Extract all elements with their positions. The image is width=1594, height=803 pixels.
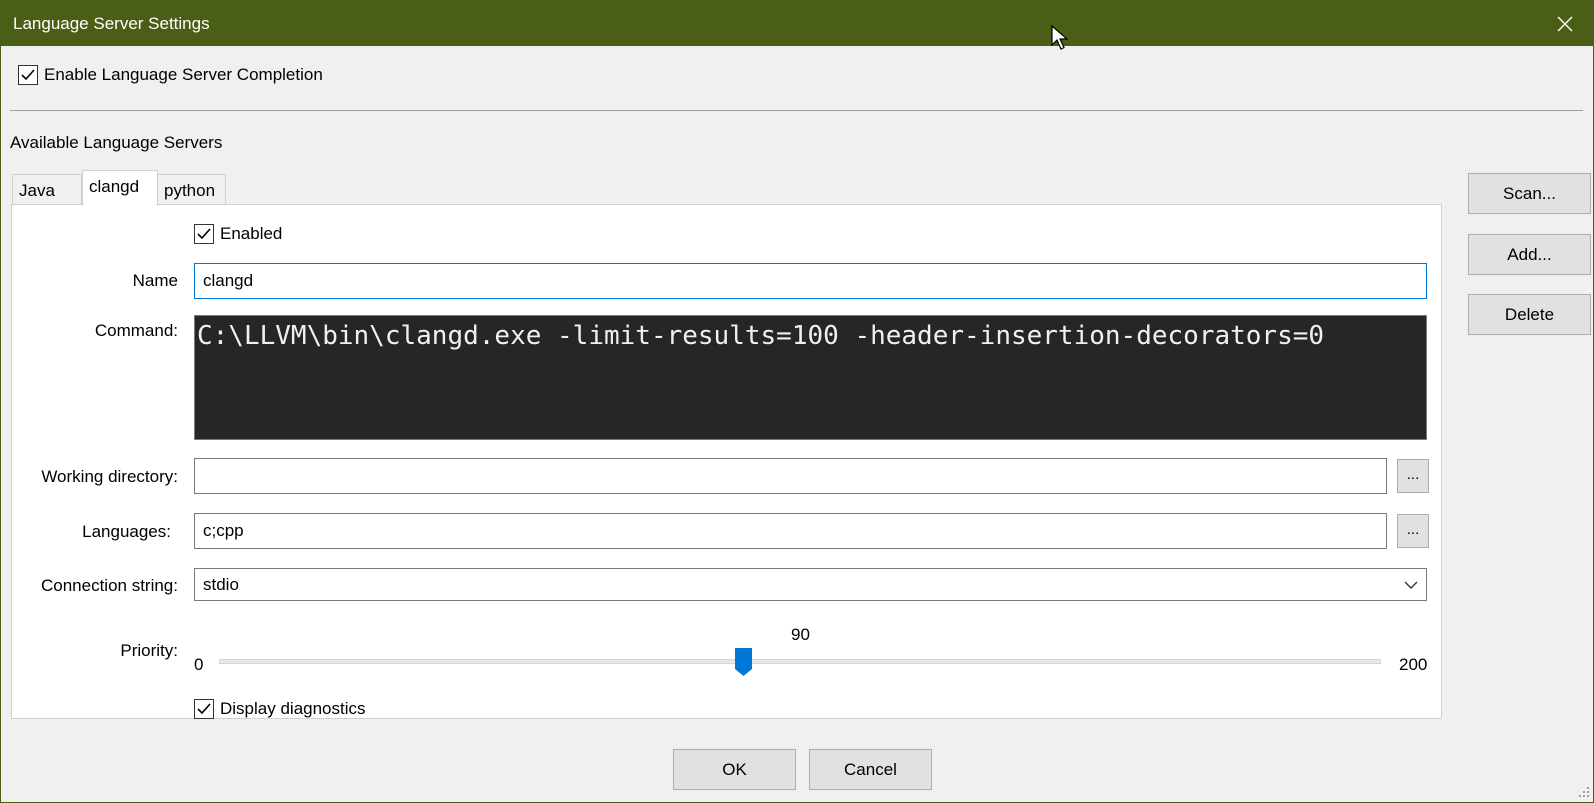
checkbox-box[interactable]	[194, 699, 214, 719]
checkmark-icon	[21, 69, 35, 81]
checkmark-icon	[197, 228, 211, 240]
connection-string-select[interactable]: stdio	[194, 568, 1427, 601]
tab-clangd[interactable]: clangd	[82, 170, 158, 206]
checkbox-box[interactable]	[194, 224, 214, 244]
priority-value-label: 90	[791, 625, 810, 644]
dialog-window: Language Server Settings Enable Language…	[0, 0, 1594, 803]
working-directory-input[interactable]	[194, 458, 1387, 494]
resize-grip-icon[interactable]	[1576, 785, 1590, 799]
delete-button[interactable]: Delete	[1468, 294, 1591, 335]
chevron-down-icon	[1404, 581, 1418, 589]
scan-button[interactable]: Scan...	[1468, 173, 1591, 214]
languages-browse-button[interactable]: ...	[1397, 514, 1429, 548]
tab-java[interactable]: Java	[12, 174, 82, 205]
priority-slider-track[interactable]	[219, 659, 1381, 664]
working-directory-label: Working directory:	[41, 467, 178, 486]
display-diagnostics-checkbox[interactable]: Display diagnostics	[194, 699, 366, 719]
checkbox-box[interactable]	[18, 65, 38, 85]
name-input[interactable]: clangd	[194, 263, 1427, 299]
tab-python[interactable]: python	[157, 174, 226, 205]
name-label: Name	[132, 271, 178, 290]
display-diagnostics-label: Display diagnostics	[220, 699, 366, 718]
section-label: Available Language Servers	[10, 133, 223, 152]
priority-slider-thumb[interactable]	[735, 648, 752, 676]
working-directory-browse-button[interactable]: ...	[1397, 459, 1429, 493]
enable-completion-label: Enable Language Server Completion	[44, 65, 323, 84]
enabled-checkbox[interactable]: Enabled	[194, 224, 282, 244]
title-bar[interactable]: Language Server Settings	[1, 1, 1593, 46]
cancel-button[interactable]: Cancel	[809, 749, 932, 790]
ok-button[interactable]: OK	[673, 749, 796, 790]
tab-label: clangd	[89, 177, 140, 196]
mouse-pointer-icon	[1051, 25, 1069, 50]
priority-label: Priority:	[120, 641, 178, 660]
languages-label: Languages:	[82, 522, 171, 541]
command-value: C:\LLVM\bin\clangd.exe -limit-results=10…	[197, 321, 1325, 351]
tab-label: python	[164, 181, 216, 200]
priority-min-label: 0	[194, 655, 204, 674]
separator	[10, 110, 1583, 111]
enable-completion-checkbox[interactable]: Enable Language Server Completion	[18, 65, 323, 85]
connection-string-value: stdio	[203, 574, 239, 594]
window-title: Language Server Settings	[13, 14, 210, 33]
languages-input[interactable]: c;cpp	[194, 513, 1387, 549]
add-button[interactable]: Add...	[1468, 234, 1591, 275]
checkmark-icon	[197, 703, 211, 715]
languages-value: c;cpp	[203, 521, 244, 540]
enabled-label: Enabled	[220, 224, 283, 243]
connection-string-label: Connection string:	[40, 576, 178, 595]
priority-max-label: 200	[1399, 655, 1428, 674]
close-button[interactable]	[1537, 1, 1593, 46]
close-icon	[1557, 16, 1573, 31]
command-textarea[interactable]: C:\LLVM\bin\clangd.exe -limit-results=10…	[194, 315, 1427, 440]
command-label: Command:	[94, 321, 178, 340]
tab-label: Java	[19, 181, 55, 200]
name-value: clangd	[203, 271, 254, 290]
